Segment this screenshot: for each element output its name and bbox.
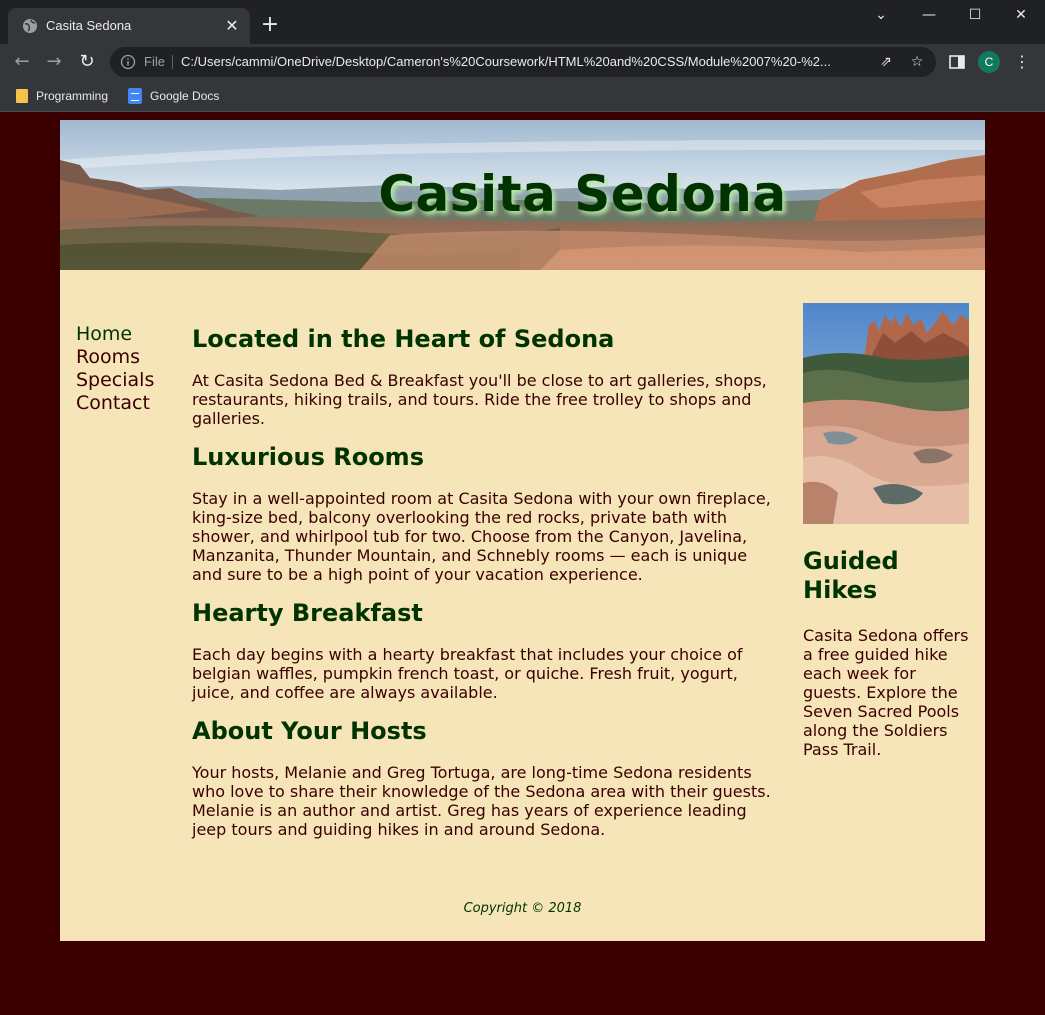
sidebar-aside: Guided Hikes Casita Sedona offers a free… (803, 303, 969, 759)
bookmark-programming[interactable]: Programming (16, 86, 108, 106)
bookmark-label: Programming (36, 89, 109, 103)
bookmark-google-docs[interactable]: Google Docs (128, 86, 219, 106)
site-header: Casita Sedona (60, 120, 985, 270)
section-text: At Casita Sedona Bed & Breakfast you'll … (192, 371, 767, 428)
main-content: Located in the Heart of Sedona At Casita… (192, 325, 777, 854)
close-window-icon[interactable]: ✕ (998, 0, 1044, 32)
maximize-icon[interactable]: ☐ (952, 0, 998, 32)
profile-avatar[interactable]: C (978, 51, 1000, 73)
section-text: Each day begins with a hearty breakfast … (192, 645, 743, 702)
side-panel-icon[interactable] (948, 53, 966, 71)
nav-link-home[interactable]: Home (76, 323, 154, 346)
new-tab-icon[interactable]: + (258, 13, 282, 37)
tab-search-icon[interactable]: ⌄ (858, 0, 904, 32)
aside-heading: Guided Hikes (803, 547, 899, 604)
nav-link-specials[interactable]: Specials (76, 369, 154, 392)
bookmark-label: Google Docs (150, 89, 220, 103)
url-text[interactable]: C:/Users/cammi/OneDrive/Desktop/Cameron'… (181, 54, 871, 69)
reload-icon[interactable]: ↻ (73, 48, 101, 76)
section-text: Your hosts, Melanie and Greg Tortuga, ar… (192, 763, 771, 839)
nav-link-rooms[interactable]: Rooms (76, 346, 154, 369)
section-heading: Located in the Heart of Sedona (192, 325, 615, 353)
bookmarks-bar: Programming Google Docs (0, 80, 1045, 112)
menu-icon[interactable]: ⋮ (1012, 50, 1032, 74)
aside-text: Casita Sedona offers a free guided hike … (803, 626, 969, 759)
section-heading: Hearty Breakfast (192, 599, 423, 627)
tab-title: Casita Sedona (46, 18, 132, 33)
minimize-icon[interactable]: — (906, 0, 952, 32)
file-scheme-label: File (144, 54, 165, 69)
address-bar[interactable]: File C:/Users/cammi/OneDrive/Desktop/Cam… (110, 47, 936, 77)
page-wrapper: Casita Sedona Home Rooms Specials Contac… (60, 120, 985, 941)
close-tab-icon[interactable]: ✕ (222, 16, 242, 36)
globe-icon (23, 19, 37, 33)
google-docs-icon (128, 88, 142, 104)
toolbar: ← → ↻ File C:/Users/cammi/OneDrive/Deskt… (0, 44, 1045, 80)
info-icon[interactable] (120, 54, 136, 70)
separator (172, 55, 173, 69)
share-icon[interactable]: ⇗ (876, 52, 896, 72)
site-title: Casita Sedona (378, 165, 787, 223)
browser-window: Casita Sedona ✕ + ⌄ — ☐ ✕ ← → ↻ File C:/… (0, 0, 1045, 112)
nav-link-contact[interactable]: Contact (76, 392, 154, 415)
section-text: Stay in a well-appointed room at Casita … (192, 489, 771, 584)
tab-strip: Casita Sedona ✕ + ⌄ — ☐ ✕ (0, 0, 1045, 44)
site-nav: Home Rooms Specials Contact (76, 323, 154, 415)
forward-icon[interactable]: → (40, 48, 68, 76)
folder-icon (16, 89, 28, 103)
section-heading: Luxurious Rooms (192, 443, 424, 471)
section-heading: About Your Hosts (192, 717, 427, 745)
bookmark-star-icon[interactable]: ☆ (907, 52, 927, 72)
sacred-pools-photo (803, 303, 969, 524)
back-icon[interactable]: ← (8, 48, 36, 76)
browser-tab[interactable]: Casita Sedona ✕ (8, 8, 250, 44)
site-footer: Copyright © 2018 (463, 901, 582, 916)
